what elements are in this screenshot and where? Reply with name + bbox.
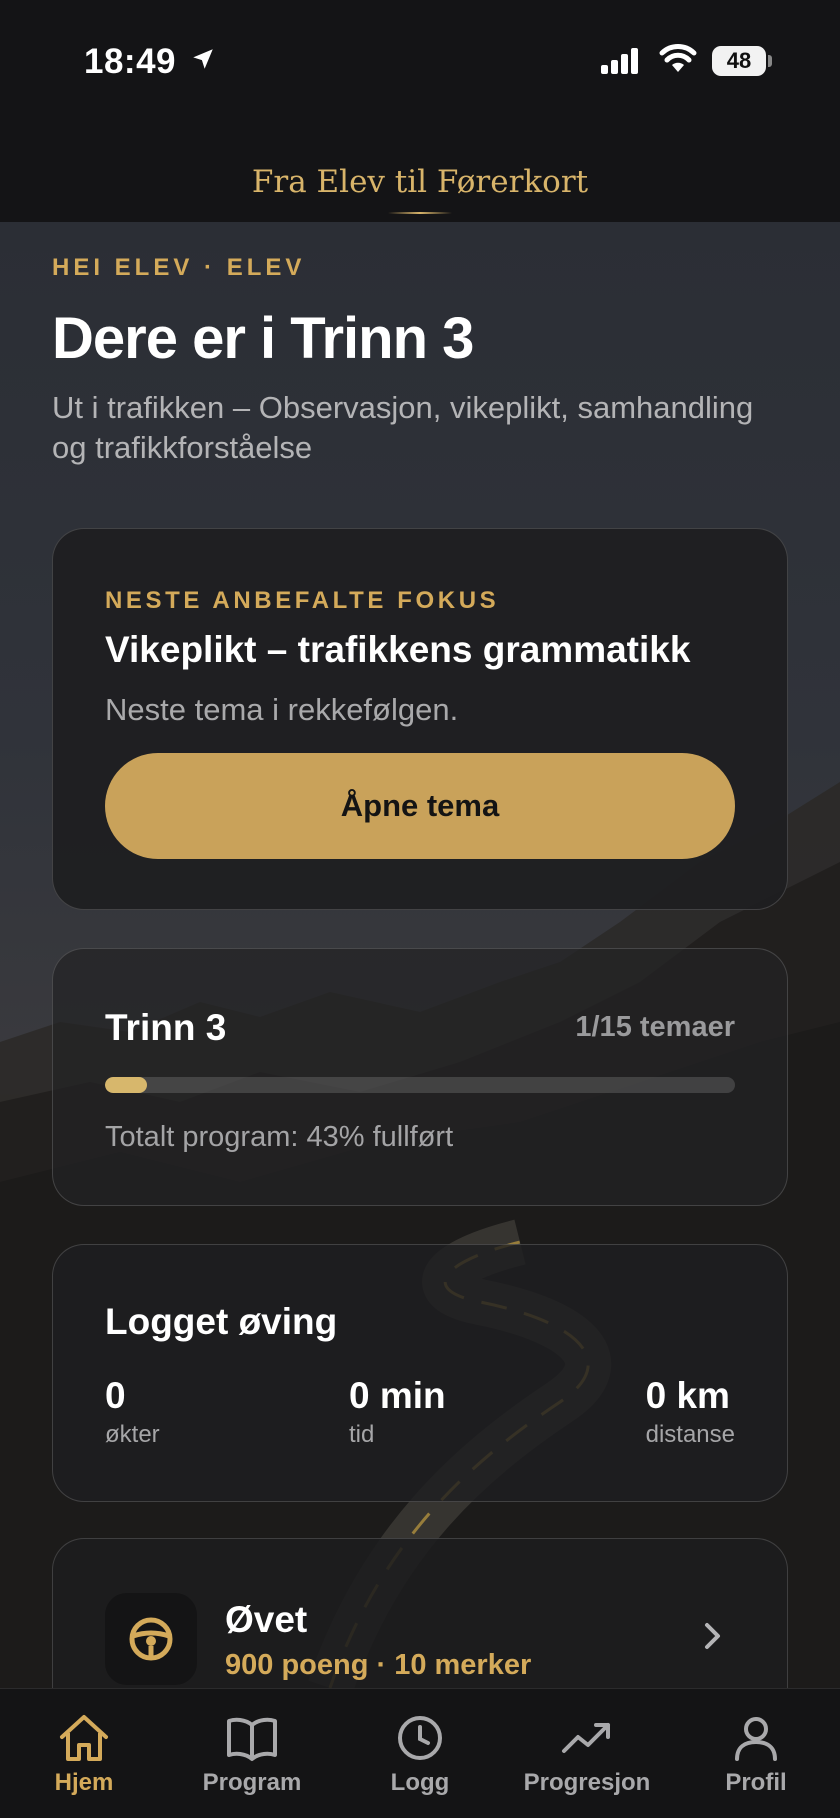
tab-home[interactable]: Hjem (36, 1689, 132, 1818)
stage-title: Trinn 3 (105, 1007, 227, 1048)
tab-label: Progresjon (523, 1769, 651, 1796)
stat-value: 0 (105, 1375, 126, 1416)
total-program-progress: Totalt program: 43% fullført (105, 1121, 454, 1153)
level-title: Øvet (225, 1599, 308, 1640)
next-focus-card: NESTE ANBEFALTE FOKUS Vikeplikt – trafik… (52, 528, 788, 910)
steering-wheel-icon (129, 1617, 173, 1661)
home-icon (60, 1715, 108, 1761)
cellular-signal-icon (601, 48, 638, 74)
tab-progression[interactable]: Progresjon (518, 1689, 656, 1818)
tab-program[interactable]: Program (192, 1689, 312, 1818)
stat-label: distanse (645, 1421, 735, 1448)
tab-log[interactable]: Logg (374, 1689, 466, 1818)
person-icon (735, 1717, 777, 1761)
stat-label: økter (105, 1421, 160, 1448)
tab-bar: Hjem Program Logg Progresjon Profil (0, 1688, 840, 1818)
stage-progress-card[interactable]: Trinn 3 1/15 temaer Totalt program: 43% … (52, 948, 788, 1206)
focus-eyebrow: NESTE ANBEFALTE FOKUS (105, 587, 500, 614)
tab-profile[interactable]: Profil (706, 1689, 806, 1818)
topics-count: 1/15 temaer (575, 1011, 735, 1043)
battery-nub (768, 55, 772, 67)
stat-distance: 0 km distanse (646, 1375, 735, 1449)
focus-description: Neste tema i rekkefølgen. (105, 692, 459, 727)
stat-value: 0 km (645, 1375, 730, 1416)
clock-icon (398, 1716, 442, 1760)
practice-title: Logget øving (105, 1301, 338, 1342)
open-topic-button[interactable]: Åpne tema (105, 753, 735, 859)
tab-label: Logg (390, 1769, 450, 1796)
wifi-icon (659, 44, 697, 72)
battery-level: 48 (726, 48, 752, 73)
status-time: 18:49 (84, 42, 177, 81)
page-subtitle: Ut i trafikken – Observasjon, vikeplikt,… (52, 390, 754, 465)
stat-label: tid (349, 1421, 375, 1448)
brand-underline (388, 212, 452, 214)
location-arrow-icon (193, 49, 213, 69)
book-icon (227, 1717, 277, 1761)
stat-value: 0 min (349, 1375, 446, 1416)
level-icon-box (105, 1593, 197, 1685)
trend-up-icon (562, 1723, 610, 1753)
stat-sessions: 0 økter (105, 1375, 160, 1449)
status-bar: 18:49 48 (0, 0, 840, 120)
greeting: HEI ELEV · ELEV (52, 254, 306, 281)
focus-title: Vikeplikt – trafikkens grammatikk (105, 629, 691, 670)
chevron-right-icon (705, 1623, 720, 1649)
page-title: Dere er i Trinn 3 (52, 306, 474, 371)
tab-label: Program (202, 1769, 302, 1796)
level-points: 900 poeng · 10 merker (225, 1649, 532, 1681)
progress-bar (105, 1077, 735, 1093)
tab-label: Profil (725, 1769, 787, 1796)
battery-icon: 48 (712, 46, 766, 76)
stat-time: 0 min tid (349, 1375, 446, 1449)
app-header: Fra Elev til Førerkort (0, 120, 840, 222)
tab-label: Hjem (54, 1769, 114, 1796)
logged-practice-card[interactable]: Logget øving 0 økter 0 min tid 0 km dist… (52, 1244, 788, 1502)
progress-bar-fill (105, 1077, 148, 1093)
brand-title: Fra Elev til Førerkort (251, 164, 589, 200)
